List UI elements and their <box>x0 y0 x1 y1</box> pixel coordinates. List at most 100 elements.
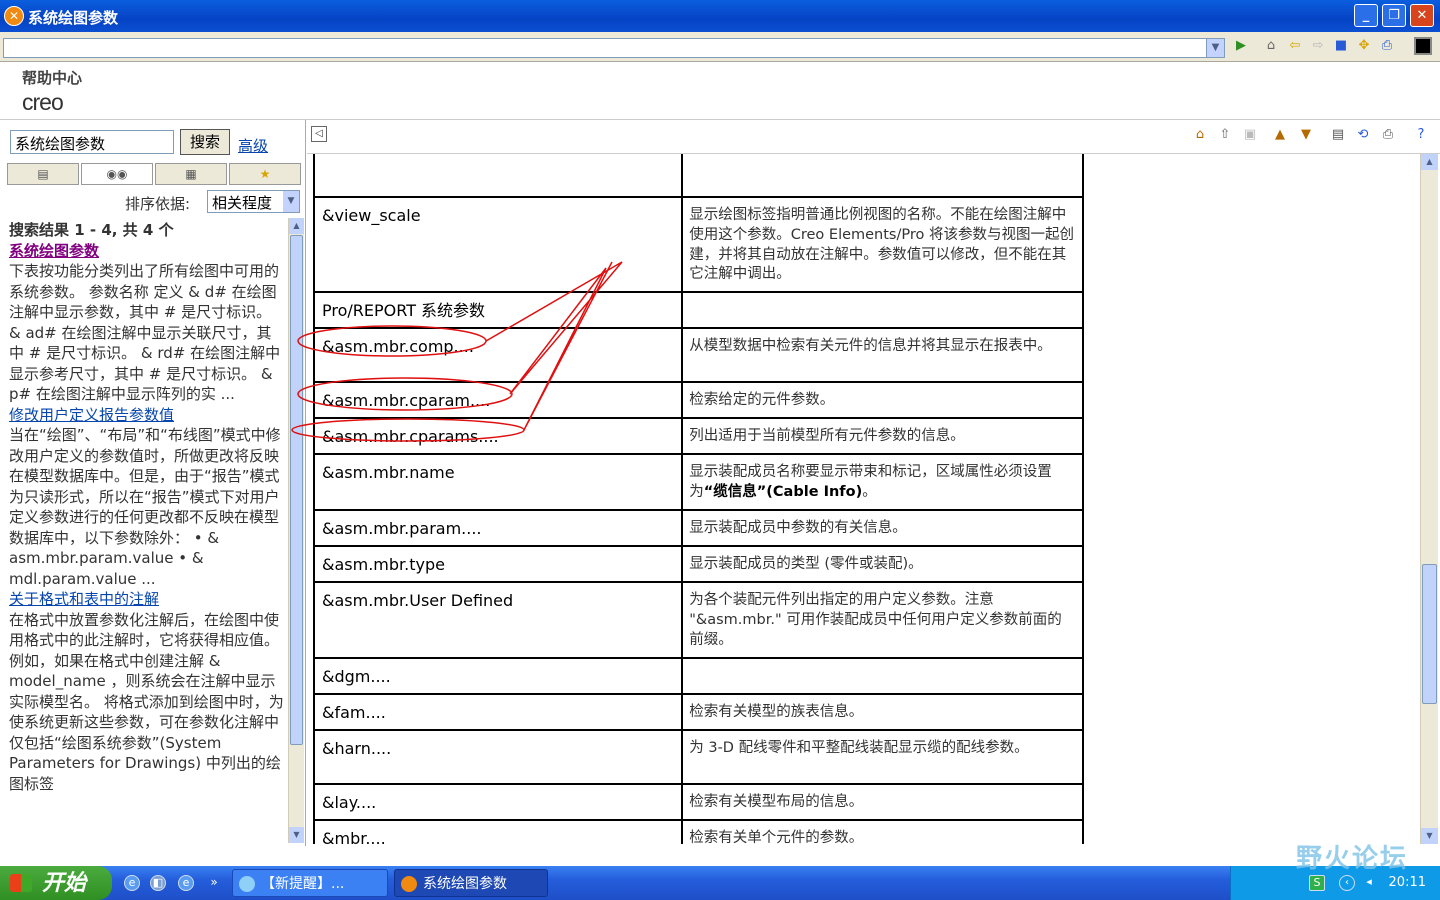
back-icon[interactable]: ⇦ <box>1287 38 1303 54</box>
maximize-button[interactable]: ❐ <box>1382 4 1406 27</box>
taskbar: 开始 e ◧ e » 【新提醒】... 系统绘图参数 S ‹ ◂ 20:11 <box>0 866 1440 900</box>
contents-tab-icon[interactable]: ▤ <box>7 163 79 185</box>
refresh-icon[interactable]: ⟲ <box>1354 126 1372 144</box>
close-button[interactable]: ✕ <box>1410 4 1434 27</box>
scroll-down-icon[interactable]: ▼ <box>1421 828 1438 844</box>
sort-label: 排序依据: <box>125 195 191 213</box>
home-icon[interactable]: ⌂ <box>1263 38 1279 54</box>
param-cell: &asm.mbr.cparams.... <box>312 417 684 456</box>
param-cell: &asm.mbr.cparam.... <box>312 381 684 420</box>
chevron-down-icon[interactable]: ▼ <box>1206 39 1224 57</box>
table-row: 一起创建，并将其自动放在注解中。参数值可以修改，但不能在其它注解中调出。 <box>312 154 1084 198</box>
start-button[interactable]: 开始 <box>0 866 112 900</box>
table-row: &dgm.... <box>312 656 1084 695</box>
search-button[interactable]: 搜索 <box>180 129 230 155</box>
window-title: 系统绘图参数 <box>28 9 119 27</box>
sort-value: 相关程度 <box>212 194 273 212</box>
desc-cell: 显示装配成员的类型 (零件或装配)。 <box>681 545 1084 584</box>
param-cell: &view_scale <box>312 195 684 294</box>
cable-info-term: “缆信息”(Cable Info) <box>703 483 863 500</box>
forum-watermark: 野火论坛 <box>1296 844 1409 874</box>
results-count: 搜索结果 1 - 4, 共 4 个 <box>9 221 174 239</box>
help-icon[interactable]: ? <box>1412 126 1430 144</box>
page-icon[interactable]: ▤ <box>1329 126 1347 144</box>
scroll-thumb[interactable] <box>1422 564 1437 704</box>
desc-cell: 为各个装配元件列出指定的用户定义参数。注意 "&asm.mbr." 可用作装配成… <box>681 581 1084 659</box>
results-scrollbar[interactable]: ▲ ▼ <box>288 218 304 843</box>
scroll-up-icon[interactable]: ▲ <box>289 218 304 234</box>
tray-expand-icon[interactable]: ‹ <box>1339 875 1355 891</box>
stop-icon[interactable]: ■ <box>1333 38 1349 54</box>
clock: 20:11 <box>1388 875 1426 890</box>
result-title[interactable]: 修改用户定义报告参数值 <box>9 405 285 426</box>
result-snippet: 当在“绘图”、“布局”和“布线图”模式中修改用户定义的参数值时，所做更改将反映在… <box>9 426 281 588</box>
search-pane: 系统绘图参数 搜索 高级 ▤ ◉◉ ▦ ★ 排序依据: 相关程度 ▼ 搜索结果 1… <box>0 120 306 846</box>
parameter-table: 一起创建，并将其自动放在注解中。参数值可以修改，但不能在其它注解中调出。 &vi… <box>312 154 1084 844</box>
home-icon[interactable]: ⌂ <box>1191 126 1209 144</box>
title-bar: ✕ 系统绘图参数 _ ❐ ✕ <box>0 0 1440 32</box>
table-row: &asm.mbr.param.... 显示装配成员中参数的有关信息。 <box>312 509 1084 548</box>
taskbar-item-browser[interactable]: 【新提醒】... <box>232 869 388 897</box>
table-row: &asm.mbr.cparam.... 检索给定的元件参数。 <box>312 381 1084 420</box>
param-cell: &asm.mbr.param.... <box>312 509 684 548</box>
desc-cell: 显示绘图标签指明普通比例视图的名称。不能在绘图注解中使用这个参数。Creo El… <box>681 195 1084 294</box>
tray-app-icon[interactable]: S <box>1309 875 1325 891</box>
table-row: &mbr.... 检索有关单个元件的参数。 <box>312 818 1084 844</box>
param-cell: &asm.mbr.type <box>312 545 684 584</box>
next-topic-icon[interactable]: ▼ <box>1297 126 1315 144</box>
volume-icon[interactable]: ◂ <box>1361 875 1377 891</box>
print-icon[interactable]: ⎙ <box>1379 38 1395 54</box>
taskbar-item-help[interactable]: 系统绘图参数 <box>394 869 548 897</box>
print-icon[interactable]: ⎙ <box>1379 126 1397 144</box>
desc-text: 。 <box>862 483 877 500</box>
param-cell: &mbr.... <box>312 818 684 844</box>
content-scrollbar[interactable]: ▲ ▼ <box>1420 154 1438 844</box>
result-title[interactable]: 关于格式和表中的注解 <box>9 589 285 610</box>
creo-app-icon: ✕ <box>4 6 24 26</box>
desc-cell: 显示装配成员中参数的有关信息。 <box>681 509 1084 548</box>
ie-icon <box>239 876 255 892</box>
table-row: &fam.... 检索有关模型的族表信息。 <box>312 692 1084 731</box>
search-tab-binoculars-icon[interactable]: ◉◉ <box>81 163 153 185</box>
go-icon[interactable]: ▶ <box>1233 38 1249 54</box>
param-cell <box>312 154 684 198</box>
chevron-down-icon[interactable]: ▼ <box>283 191 299 212</box>
result-title[interactable]: 系统绘图参数 <box>9 241 285 262</box>
desc-cell <box>681 291 1084 330</box>
desc-cell: 列出适用于当前模型所有元件参数的信息。 <box>681 417 1084 456</box>
color-swatch-icon[interactable] <box>1414 37 1432 55</box>
ie-icon[interactable]: e <box>178 875 194 891</box>
desktop-icon[interactable]: ◧ <box>150 875 166 891</box>
scroll-thumb[interactable] <box>290 235 303 745</box>
previous-topic-icon[interactable]: ▲ <box>1271 126 1289 144</box>
param-cell: &asm.mbr.comp.... <box>312 327 684 384</box>
table-row: &harn.... 为 3-D 配线零件和平整配线装配显示缆的配线参数。 <box>312 728 1084 785</box>
advanced-search-link[interactable]: 高级 <box>238 135 268 156</box>
desc-cell: 显示装配成员名称要显示带束和标记，区域属性必须设置为“缆信息”(Cable In… <box>681 453 1084 512</box>
minimize-button[interactable]: _ <box>1354 4 1378 27</box>
table-row: &asm.mbr.comp.... 从模型数据中检索有关元件的信息并将其显示在报表… <box>312 327 1084 384</box>
result-snippet: 下表按功能分类列出了所有绘图中可用的系统参数。 参数名称 定义 & d# 在绘图… <box>9 262 281 403</box>
start-label: 开始 <box>42 870 87 895</box>
scroll-up-icon[interactable]: ▲ <box>1421 154 1438 170</box>
sync-icon[interactable]: ▣ <box>1241 126 1259 144</box>
param-cell: &asm.mbr.User Defined <box>312 581 684 659</box>
search-input[interactable]: 系统绘图参数 <box>10 130 174 154</box>
collapse-pane-icon[interactable]: ◁ <box>311 126 327 142</box>
chevron-more-icon[interactable]: » <box>206 875 222 891</box>
param-cell: &fam.... <box>312 692 684 731</box>
ie-icon[interactable]: e <box>124 875 140 891</box>
forward-icon[interactable]: ⇨ <box>1310 38 1326 54</box>
scroll-down-icon[interactable]: ▼ <box>289 827 304 843</box>
desc-cell: 检索有关模型的族表信息。 <box>681 692 1084 731</box>
refresh-icon[interactable]: ✥ <box>1356 38 1372 54</box>
address-input[interactable]: ▼ <box>3 38 1225 58</box>
index-tab-icon[interactable]: ▦ <box>155 163 227 185</box>
up-icon[interactable]: ⇧ <box>1216 126 1234 144</box>
desc-cell: 检索有关模型布局的信息。 <box>681 782 1084 821</box>
desc-cell: 检索给定的元件参数。 <box>681 381 1084 420</box>
favorites-star-icon[interactable]: ★ <box>229 163 301 185</box>
param-cell: &dgm.... <box>312 656 684 695</box>
result-snippet: 在格式中放置参数化注解后，在绘图中使用格式中的此注解时，它将获得相应值。例如，如… <box>9 610 284 793</box>
sort-select[interactable]: 相关程度 ▼ <box>207 190 300 213</box>
